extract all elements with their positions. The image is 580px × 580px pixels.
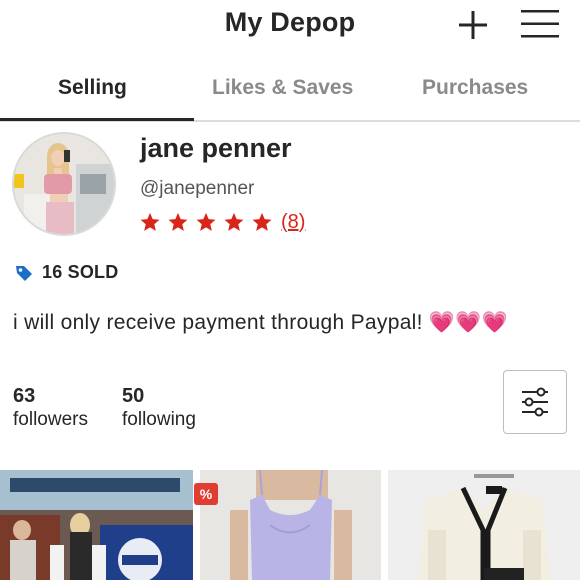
tab-selling[interactable]: Selling [58,76,127,100]
followers-stat[interactable]: 63 followers [13,385,88,431]
product-card[interactable] [200,470,381,580]
profile-bio: i will only receive payment through Payp… [13,311,509,334]
product-image [0,470,193,580]
star-icon [140,212,160,231]
product-image [200,470,381,580]
star-icon [224,212,244,231]
followers-count: 63 [13,385,36,407]
rating[interactable]: (8) [139,210,305,234]
star-icon [196,212,216,231]
following-count: 50 [122,385,145,407]
product-card[interactable] [0,470,193,580]
product-card[interactable] [388,470,580,580]
sold-label: 16 SOLD [42,262,119,282]
discount-badge: % [194,483,218,505]
product-image [388,470,580,580]
star-icon [252,212,272,231]
profile-name: jane penner [140,133,292,163]
followers-label: followers [13,409,88,430]
avatar-photo [14,134,114,234]
plus-icon [459,11,487,39]
filter-button[interactable] [503,370,567,434]
page-title: My Depop [224,7,356,37]
review-count-link[interactable]: (8) [281,211,305,234]
avatar[interactable] [12,132,116,236]
following-label: following [122,409,196,430]
menu-button[interactable] [520,8,560,40]
profile-handle: @janepenner [140,178,255,199]
sold-count: 16 SOLD [14,262,118,283]
following-stat[interactable]: 50 following [122,385,196,431]
tab-likes-saves[interactable]: Likes & Saves [212,76,353,100]
price-tag-icon [16,265,32,281]
tab-purchases[interactable]: Purchases [422,76,528,100]
filter-sliders-icon [522,387,548,417]
top-bar: My Depop [0,0,580,52]
hamburger-menu-icon [521,10,559,38]
active-tab-indicator [0,118,194,121]
star-icon [168,212,188,231]
add-listing-button[interactable] [456,8,490,42]
profile-tabs: Selling Likes & Saves Purchases [0,66,580,122]
